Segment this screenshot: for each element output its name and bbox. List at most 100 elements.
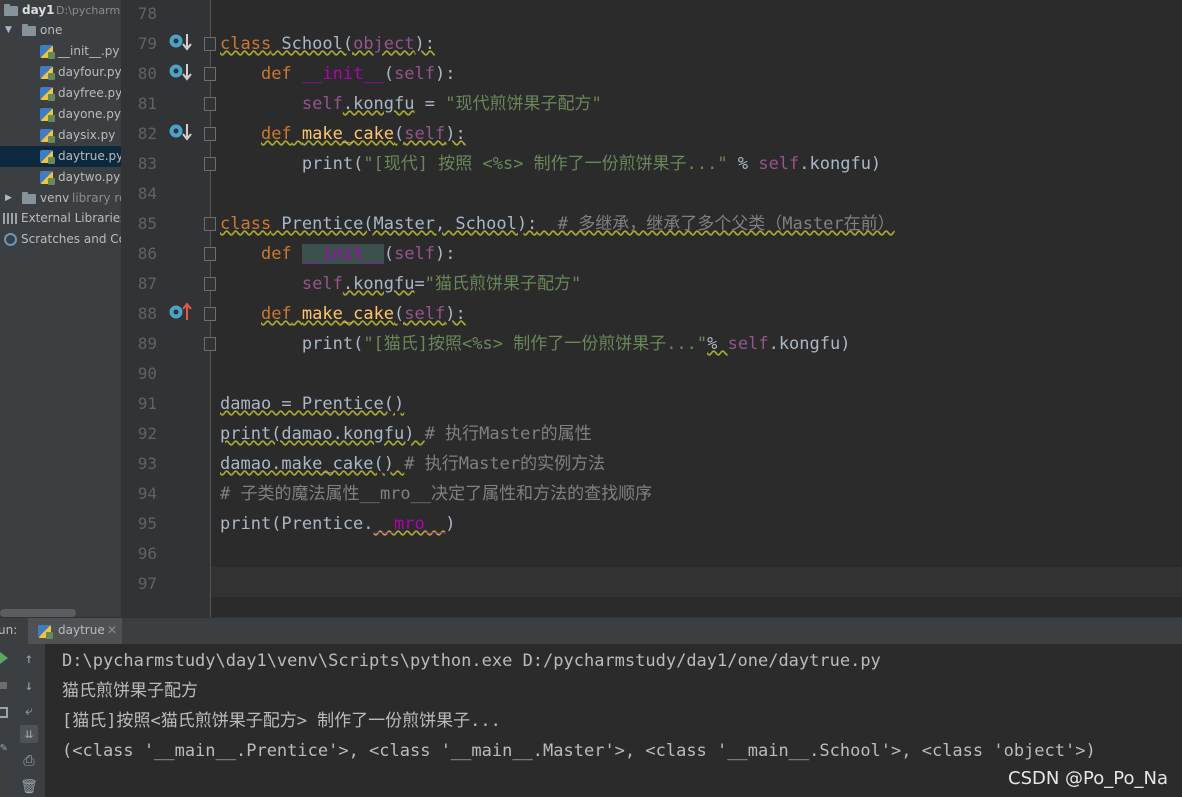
code-line-80[interactable]: def __init__(self): xyxy=(220,59,456,89)
code-line-91[interactable]: damao = Prentice() xyxy=(220,389,404,419)
line-number: 83 xyxy=(137,154,157,173)
line-number: 79 xyxy=(137,34,157,53)
root-path: D:\pycharm xyxy=(56,4,121,17)
python-file-icon xyxy=(38,625,53,639)
venv-hint: library ro xyxy=(72,191,121,205)
tree-file[interactable]: dayfour.py xyxy=(0,62,121,83)
tree-file[interactable]: daytwo.py xyxy=(0,167,121,188)
caret-row-highlight xyxy=(211,567,1182,597)
line-number: 91 xyxy=(137,394,157,413)
overridden-method-icon[interactable] xyxy=(168,122,194,142)
code-line-88[interactable]: def make_cake(self): xyxy=(220,299,466,329)
code-line-92[interactable]: print(damao.kongfu) # 执行Master的属性 xyxy=(220,419,592,449)
code-line-87[interactable]: self.kongfu="猫氏煎饼果子配方" xyxy=(220,269,581,299)
line-number: 85 xyxy=(137,214,157,233)
run-tool-window-header: un: daytrue ✕ xyxy=(0,617,1182,645)
code-line-85[interactable]: class Prentice(Master, School): # 多继承，继承… xyxy=(220,209,895,239)
rerun-icon[interactable] xyxy=(0,652,8,664)
trash-icon[interactable]: 🗑 xyxy=(20,778,38,796)
line-number: 92 xyxy=(137,424,157,443)
fold-toggle[interactable] xyxy=(204,337,216,351)
line-number: 84 xyxy=(137,184,157,203)
line-number: 89 xyxy=(137,334,157,353)
fold-toggle[interactable] xyxy=(204,37,216,51)
code-line-79[interactable]: class School(object): xyxy=(220,29,435,59)
line-number: 80 xyxy=(137,64,157,83)
root-name: day1 xyxy=(22,3,55,17)
folder-icon xyxy=(22,192,36,204)
close-icon[interactable]: ✕ xyxy=(107,623,117,637)
code-line-95[interactable]: print(Prentice.__mro__) xyxy=(220,509,455,539)
file-label: daysix.py xyxy=(58,128,116,142)
arrow-down-icon[interactable]: ↓ xyxy=(20,677,38,695)
tree-external-libraries[interactable]: External Libraries xyxy=(0,208,121,229)
code-line-94[interactable]: # 子类的魔法属性__mro__决定了属性和方法的查找顺序 xyxy=(220,479,652,509)
overridden-method-icon[interactable] xyxy=(168,32,194,52)
tree-folder-one[interactable]: ▼ one xyxy=(0,20,121,41)
folder-label: venv xyxy=(40,191,70,205)
layout-icon[interactable] xyxy=(0,707,8,718)
pin-icon[interactable]: ✎ xyxy=(0,740,7,754)
tree-file[interactable]: daysix.py xyxy=(0,125,121,146)
python-file-icon xyxy=(40,87,55,101)
tree-label: External Libraries xyxy=(21,211,121,225)
scroll-to-end-icon[interactable]: ⇊ xyxy=(20,725,38,743)
console-line: [猫氏]按照<猫氏煎饼果子配方> 制作了一份煎饼果子... xyxy=(62,711,501,731)
fold-toggle[interactable] xyxy=(204,127,216,141)
tree-file[interactable]: dayfree.py xyxy=(0,83,121,104)
tree-label: Scratches and Co xyxy=(21,232,121,246)
chevron-right-icon[interactable]: ▶ xyxy=(5,188,12,209)
tree-folder-venv[interactable]: ▶ venv library ro xyxy=(0,188,121,209)
python-file-icon xyxy=(40,150,55,164)
fold-toggle[interactable] xyxy=(204,307,216,321)
fold-toggle[interactable] xyxy=(204,247,216,261)
python-file-icon xyxy=(40,108,55,122)
scratches-icon xyxy=(4,233,17,246)
fold-toggle[interactable] xyxy=(204,217,216,231)
line-number: 87 xyxy=(137,274,157,293)
folder-label: one xyxy=(40,23,63,37)
tree-file-selected[interactable]: daytrue.py xyxy=(0,146,121,167)
fold-toggle[interactable] xyxy=(204,157,216,171)
console-line: 猫氏煎饼果子配方 xyxy=(62,681,198,701)
python-file-icon xyxy=(40,171,55,185)
tree-root-day1[interactable]: day1 D:\pycharm xyxy=(0,0,121,21)
run-tab-daytrue[interactable]: daytrue ✕ xyxy=(28,618,122,645)
console-line: (<class '__main__.Prentice'>, <class '__… xyxy=(62,741,1096,761)
code-line-86[interactable]: def __init__(self): xyxy=(220,239,456,269)
tree-file[interactable]: __init__.py xyxy=(0,41,121,62)
print-icon[interactable]: ⎙ xyxy=(20,752,38,770)
overridden-method-icon[interactable] xyxy=(168,62,194,82)
code-line-82[interactable]: def make_cake(self): xyxy=(220,119,466,149)
file-label: __init__.py xyxy=(58,44,120,58)
fold-toggle[interactable] xyxy=(204,97,216,111)
overriding-method-icon[interactable] xyxy=(168,302,194,322)
run-toolbar: ↑ ↓ ⤶ ⇊ ✎ ⎙ 🗑 xyxy=(0,644,45,797)
code-line-83[interactable]: print("[现代] 按照 <%s> 制作了一份煎饼果子..." % self… xyxy=(220,149,881,179)
run-tab-label: daytrue xyxy=(58,623,105,637)
folder-icon xyxy=(4,4,18,16)
tree-file[interactable]: dayone.py xyxy=(0,104,121,125)
fold-toggle[interactable] xyxy=(204,67,216,81)
line-number: 93 xyxy=(137,454,157,473)
horizontal-scrollbar[interactable] xyxy=(0,609,76,617)
code-line-93[interactable]: damao.make_cake() # 执行Master的实例方法 xyxy=(220,449,605,479)
code-line-81[interactable]: self.kongfu = "现代煎饼果子配方" xyxy=(220,89,602,119)
file-label: daytrue.py xyxy=(58,149,121,163)
line-number: 97 xyxy=(137,574,157,593)
chevron-down-icon[interactable]: ▼ xyxy=(5,20,12,41)
library-icon xyxy=(3,213,17,224)
soft-wrap-icon[interactable]: ⤶ xyxy=(20,702,38,720)
file-label: dayfree.py xyxy=(58,86,121,100)
python-file-icon xyxy=(40,45,55,59)
fold-toggle[interactable] xyxy=(204,277,216,291)
tree-scratches[interactable]: Scratches and Co xyxy=(0,229,121,250)
code-line-89[interactable]: print("[猫氏]按照<%s> 制作了一份煎饼果子..."% self.ko… xyxy=(220,329,851,359)
watermark: CSDN @Po_Po_Na xyxy=(1008,768,1168,789)
console-line: D:\pycharmstudy\day1\venv\Scripts\python… xyxy=(62,651,881,671)
line-number: 82 xyxy=(137,124,157,143)
stop-icon[interactable] xyxy=(0,682,7,689)
arrow-up-icon[interactable]: ↑ xyxy=(20,650,38,668)
folder-icon xyxy=(22,24,36,36)
run-label: un: xyxy=(0,623,18,637)
